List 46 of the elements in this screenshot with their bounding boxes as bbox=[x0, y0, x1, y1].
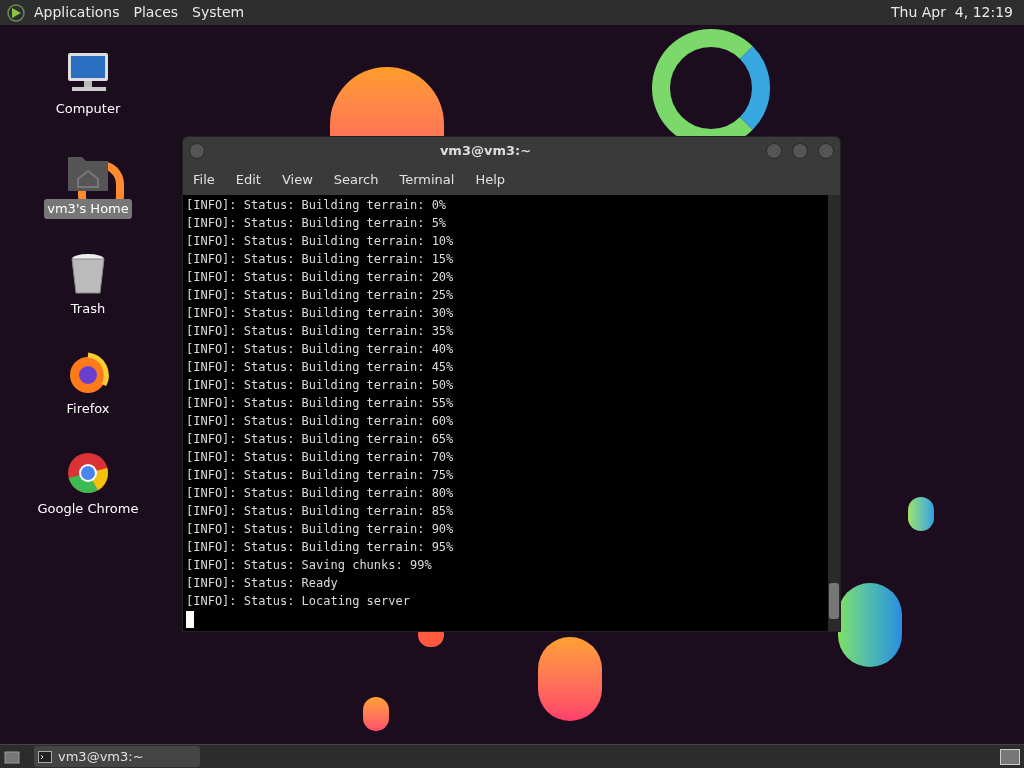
terminal-line: [INFO]: Status: Building terrain: 45% bbox=[186, 359, 455, 376]
desktop-icon-label[interactable]: Firefox bbox=[63, 399, 113, 419]
panel-menu[interactable]: Places bbox=[133, 2, 179, 23]
terminal-cursor bbox=[186, 611, 194, 628]
window-menu[interactable]: Terminal bbox=[399, 170, 455, 190]
terminal-line: [INFO]: Status: Building terrain: 40% bbox=[186, 341, 455, 358]
workspace-switcher[interactable] bbox=[1000, 748, 1020, 765]
terminal-icon bbox=[38, 750, 52, 763]
terminal-line: [INFO]: Status: Building terrain: 95% bbox=[186, 539, 455, 556]
panel-menu[interactable]: Applications bbox=[34, 2, 120, 23]
clock[interactable]: Thu Apr 4, 12:19 bbox=[890, 2, 1013, 23]
window-title: vm3@vm3:~ bbox=[439, 142, 532, 161]
desktop-icon-label[interactable]: Google Chrome bbox=[34, 499, 142, 519]
terminal-line: [INFO]: Status: Building terrain: 35% bbox=[186, 323, 455, 340]
window-menu[interactable]: Edit bbox=[235, 170, 261, 190]
window-menu[interactable]: Search bbox=[333, 170, 379, 190]
terminal-line: [INFO]: Status: Building terrain: 15% bbox=[186, 251, 455, 268]
terminal-line: [INFO]: Status: Building terrain: 65% bbox=[186, 431, 455, 448]
terminal-line: [INFO]: Status: Building terrain: 50% bbox=[186, 377, 455, 394]
terminal-line: [INFO]: Status: Ready bbox=[186, 575, 339, 592]
terminal-line: [INFO]: Status: Building terrain: 85% bbox=[186, 503, 455, 520]
terminal-line: [INFO]: Status: Building terrain: 60% bbox=[186, 413, 455, 430]
terminal-line: [INFO]: Status: Building terrain: 5% bbox=[186, 215, 448, 232]
desktop-icon-label[interactable]: Trash bbox=[67, 299, 109, 319]
panel-menu[interactable]: System bbox=[192, 2, 245, 23]
terminal-line: [INFO]: Status: Building terrain: 0% bbox=[186, 197, 448, 214]
terminal-line: [INFO]: Status: Building terrain: 70% bbox=[186, 449, 455, 466]
terminal-line: [INFO]: Status: Saving chunks: 99% bbox=[186, 557, 433, 574]
desktop-icon-label[interactable]: Computer bbox=[52, 99, 124, 119]
scrollbar[interactable] bbox=[828, 195, 840, 631]
terminal-line: [INFO]: Status: Building terrain: 20% bbox=[186, 269, 455, 286]
terminal-line: [INFO]: Status: Building terrain: 90% bbox=[186, 521, 455, 538]
window-menu[interactable]: View bbox=[281, 170, 313, 190]
terminal-line: [INFO]: Status: Building terrain: 75% bbox=[186, 467, 455, 484]
terminal-line: [INFO]: Status: Building terrain: 10% bbox=[186, 233, 455, 250]
terminal-line: [INFO]: Status: Building terrain: 25% bbox=[186, 287, 455, 304]
desktop-icon bbox=[4, 749, 20, 764]
window-menu[interactable]: File bbox=[193, 170, 215, 190]
terminal-line: [INFO]: Status: Building terrain: 80% bbox=[186, 485, 455, 502]
terminal-line: [INFO]: Status: Locating server bbox=[186, 593, 411, 610]
desktop-icon-label[interactable]: vm3's Home bbox=[44, 199, 132, 219]
menu-logo-icon[interactable] bbox=[6, 2, 26, 23]
terminal-line: [INFO]: Status: Building terrain: 55% bbox=[186, 395, 455, 412]
taskbar-button[interactable]: vm3@vm3:~ bbox=[34, 746, 200, 767]
terminal-line: [INFO]: Status: Building terrain: 30% bbox=[186, 305, 455, 322]
window-menu[interactable]: Help bbox=[475, 170, 506, 190]
